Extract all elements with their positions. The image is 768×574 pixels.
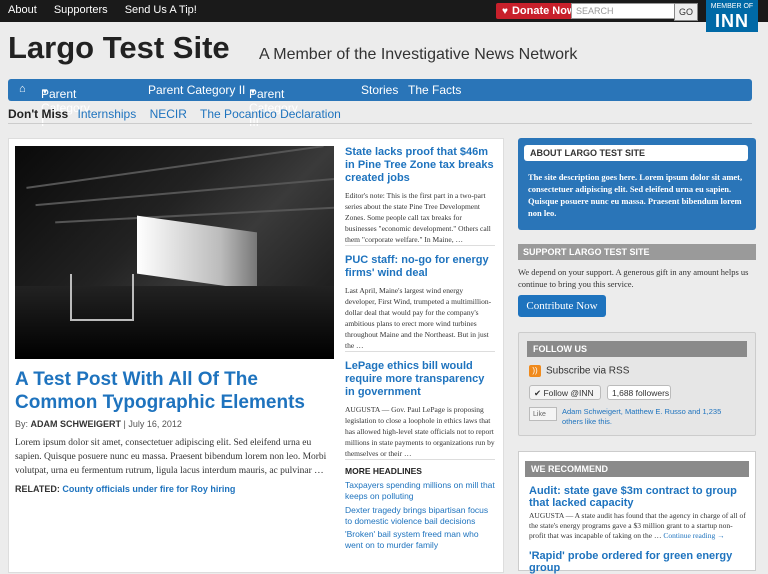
divider xyxy=(345,245,495,246)
facebook-friends-link[interactable]: Adam Schweigert, Matthew E. Russo xyxy=(562,407,686,416)
search-go-button[interactable]: GO xyxy=(674,3,698,21)
inn-logo-text: INN xyxy=(715,11,749,31)
home-icon[interactable]: ⌂ xyxy=(19,83,26,95)
support-widget-text: We depend on your support. A generous gi… xyxy=(518,267,749,289)
about-widget-title: ABOUT LARGO TEST SITE xyxy=(524,145,748,161)
lead-story-title[interactable]: A Test Post With All Of The Common Typog… xyxy=(15,368,335,414)
twitter-follow-button[interactable]: ✔ Follow @INN xyxy=(529,385,601,400)
about-widget: ABOUT LARGO TEST SITE The site descripti… xyxy=(518,138,756,230)
story-item: PUC staff: no-go for energy firms' wind … xyxy=(345,254,495,351)
contribute-button[interactable]: Contribute Now xyxy=(518,295,606,317)
about-widget-text: The site description goes here. Lorem ip… xyxy=(528,172,743,218)
story-headline[interactable]: LePage ethics bill would require more tr… xyxy=(345,360,495,399)
recommended-excerpt: AUGUSTA — A state audit has found that t… xyxy=(529,511,746,540)
story-headline[interactable]: PUC staff: no-go for energy firms' wind … xyxy=(345,254,495,280)
barn-floor xyxy=(15,286,334,359)
facebook-like-text: Adam Schweigert, Matthew E. Russo and 1,… xyxy=(562,407,722,426)
lead-story-excerpt: Lorem ipsum dolor sit amet, consectetuer… xyxy=(15,438,327,476)
about-link[interactable]: About xyxy=(8,4,37,16)
site-tagline: A Member of the Investigative News Netwo… xyxy=(259,46,578,63)
site-title[interactable]: Largo Test Site xyxy=(8,30,230,66)
follow-widget-title: FOLLOW US xyxy=(527,341,747,357)
dont-miss-bar: Don't Miss Internships NECIR The Pocanti… xyxy=(8,107,351,121)
top-links: About Supporters Send Us A Tip! xyxy=(8,4,211,16)
chevron-down-icon: ▼ xyxy=(249,87,257,96)
divider xyxy=(345,351,495,352)
story-headline[interactable]: State lacks proof that $46m in Pine Tree… xyxy=(345,146,495,185)
heart-icon: ♥ xyxy=(502,6,508,17)
nav-item-stories[interactable]: Stories xyxy=(361,83,398,97)
dont-miss-link-internships[interactable]: Internships xyxy=(78,107,137,121)
nav-item-parent-category-2[interactable]: Parent Category II xyxy=(148,83,245,97)
facebook-like-button[interactable]: Like xyxy=(529,407,557,421)
divider xyxy=(345,459,495,460)
dont-miss-link-necir[interactable]: NECIR xyxy=(150,107,187,121)
dont-miss-label: Don't Miss xyxy=(8,107,69,121)
story-excerpt: Last April, Maine's largest wind energy … xyxy=(345,286,492,350)
twitter-follower-count[interactable]: 1,688 followers xyxy=(607,385,671,400)
send-tip-link[interactable]: Send Us A Tip! xyxy=(125,4,197,16)
related-label: RELATED: xyxy=(15,484,60,494)
recommended-headline[interactable]: Audit: state gave $3m contract to group … xyxy=(529,485,749,509)
beam xyxy=(35,177,334,207)
more-headline-link[interactable]: Dexter tragedy brings bipartisan focus t… xyxy=(345,505,495,527)
top-bar: About Supporters Send Us A Tip! ♥ Donate … xyxy=(0,0,768,22)
lead-story-byline: By: ADAM SCHWEIGERT | July 16, 2012 xyxy=(15,419,182,429)
rss-icon: )) xyxy=(529,365,541,377)
support-widget-title: SUPPORT LARGO TEST SITE xyxy=(518,244,756,260)
more-headline-link[interactable]: Taxpayers spending millions on mill that… xyxy=(345,480,495,502)
story-item: LePage ethics bill would require more tr… xyxy=(345,360,495,459)
window-light xyxy=(137,215,257,291)
more-headlines-label: MORE HEADLINES xyxy=(345,466,422,476)
author-link[interactable]: ADAM SCHWEIGERT xyxy=(31,419,122,429)
continue-reading-link[interactable]: Continue reading → xyxy=(663,531,724,540)
divider xyxy=(8,123,752,124)
story-excerpt: AUGUSTA — Gov. Paul LePage is proposing … xyxy=(345,405,495,458)
related-link[interactable]: County officials under fire for Roy hiri… xyxy=(62,484,235,494)
recommended-headline[interactable]: 'Rapid' probe ordered for green energy g… xyxy=(529,550,749,574)
donate-label: Donate Now xyxy=(511,5,576,17)
post-date: | July 16, 2012 xyxy=(123,419,182,429)
story-item: State lacks proof that $46m in Pine Tree… xyxy=(345,146,495,245)
fence xyxy=(70,274,134,321)
story-excerpt: Editor's note: This is the first part in… xyxy=(345,191,491,244)
follow-widget: FOLLOW US )) Subscribe via RSS ✔ Follow @… xyxy=(518,332,756,436)
related-link-row: RELATED: County officials under fire for… xyxy=(15,484,235,494)
nav-item-the-facts[interactable]: The Facts xyxy=(408,83,461,97)
lead-story-image[interactable] xyxy=(15,146,334,359)
supporters-link[interactable]: Supporters xyxy=(54,4,108,16)
recommend-widget-title: WE RECOMMEND xyxy=(525,461,749,477)
recommend-widget: WE RECOMMEND Audit: state gave $3m contr… xyxy=(518,451,756,574)
beam xyxy=(55,206,334,224)
more-headline-link[interactable]: 'Broken' bail system freed man who went … xyxy=(345,529,495,551)
inn-logo[interactable]: MEMBER OF INN xyxy=(706,0,758,32)
search-input[interactable]: SEARCH xyxy=(571,3,679,19)
main-nav: ⌂ Parent Category I ▼ Parent Category II… xyxy=(8,79,752,129)
inn-member-text: MEMBER OF xyxy=(710,3,754,10)
rss-subscribe-link[interactable]: )) Subscribe via RSS xyxy=(529,365,629,377)
chevron-down-icon: ▼ xyxy=(41,87,49,96)
donate-button[interactable]: ♥ Donate Now xyxy=(496,3,582,19)
dont-miss-link-pocantico[interactable]: The Pocantico Declaration xyxy=(200,107,341,121)
